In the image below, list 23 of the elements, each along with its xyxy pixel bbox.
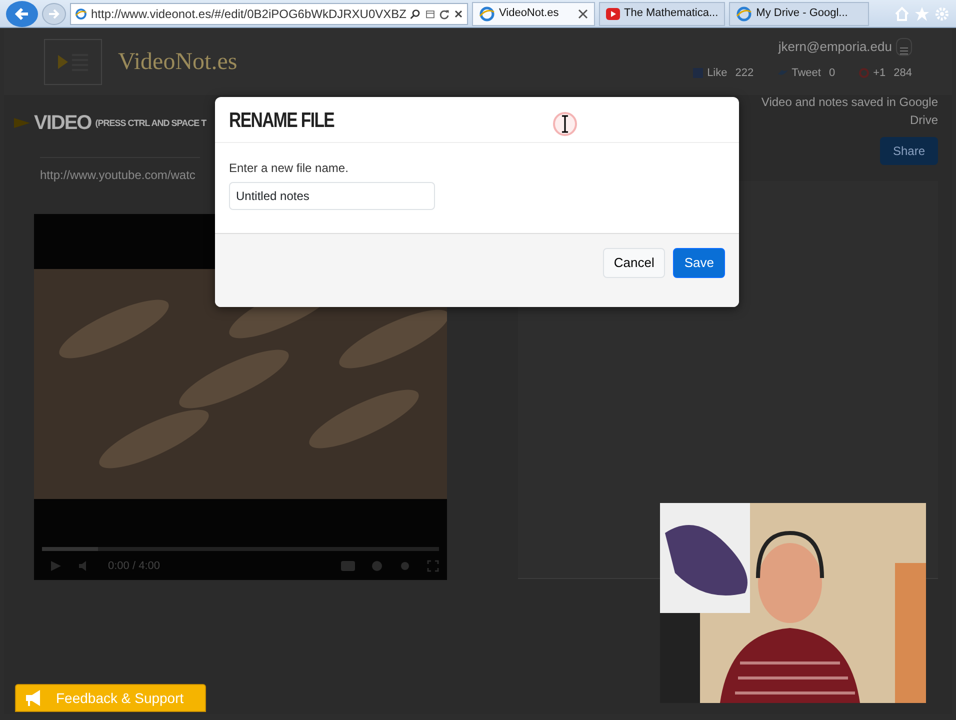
browser-tab[interactable]: My Drive - Googl... [729, 2, 870, 26]
user-email: jkern@emporia.edu [778, 38, 892, 56]
modal-title: RENAME FILE [229, 108, 334, 134]
save-status: Video and notes saved in Google Drive [760, 94, 938, 129]
save-button[interactable]: Save [673, 248, 725, 278]
browser-tab[interactable]: The Mathematica... [599, 2, 726, 26]
social-plus-one-button[interactable]: +1 [859, 64, 886, 82]
share-count: 284 [894, 66, 912, 81]
social-tweet-button[interactable]: Tweet [778, 64, 821, 82]
address-bar[interactable]: http://www.videonot.es/#/edit/0B2iPOG6bWkDJRXU0VXBZ [70, 2, 468, 24]
video-url-field[interactable]: http://www.youtube.com/watc [40, 157, 200, 184]
field-label: Enter a new file name. [229, 160, 350, 177]
social-like-button[interactable]: Like [693, 64, 728, 82]
logo-text: VideoNot.es [118, 48, 238, 77]
share-count: 0 [828, 66, 836, 81]
file-name-field[interactable]: Untitled notes [229, 182, 435, 210]
section-title: VIDEO [34, 111, 92, 135]
section-hint: (PRESS CTRL AND SPACE T [95, 117, 206, 129]
video-time: 0:00 / 4:00 [108, 559, 160, 574]
browser-tab[interactable]: VideoNot.es [472, 2, 595, 26]
cancel-button[interactable]: Cancel [602, 248, 666, 278]
share-button[interactable]: Share [880, 137, 938, 165]
share-count: 222 [735, 66, 754, 81]
